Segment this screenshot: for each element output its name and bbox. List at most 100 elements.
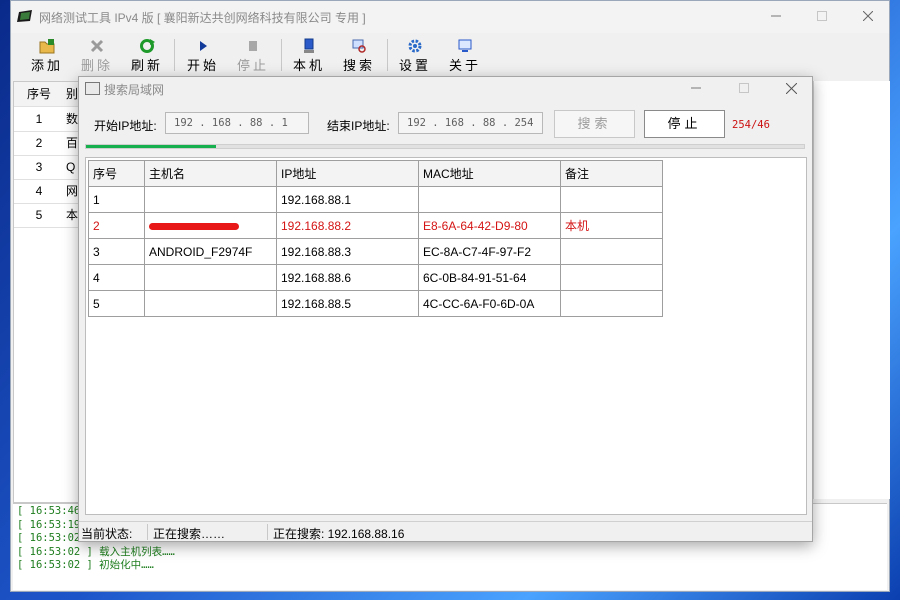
table-row[interactable]: 3 Q xyxy=(14,155,84,180)
results-table: 序号 主机名 IP地址 MAC地址 备注 1 192.168.88.1 2 192.1… xyxy=(88,160,663,317)
row-mac: 4C-CC-6A-F0-6D-0A xyxy=(418,290,561,317)
row-mac: EC-8A-C7-4F-97-F2 xyxy=(418,238,561,265)
redaction-mark xyxy=(149,222,239,230)
add-label: 添加 xyxy=(30,58,63,73)
row-no: 1 xyxy=(88,186,145,213)
row-note xyxy=(560,264,663,291)
results-body: 1 192.168.88.1 2 192.168.88.2 E8-6A-64-42-D9… xyxy=(88,186,663,317)
status-detail: 正在搜索: 192.168.88.16 xyxy=(273,527,405,541)
close-icon xyxy=(785,82,797,94)
column-header-ip[interactable]: IP地址 xyxy=(276,160,419,187)
about-label: 关于 xyxy=(448,58,481,73)
progress-count: 254/46 xyxy=(732,119,770,131)
column-header-note[interactable]: 备注 xyxy=(560,160,663,187)
toolbar-separator xyxy=(281,39,282,71)
search-network-button[interactable]: 搜索 xyxy=(335,35,383,73)
maximize-icon xyxy=(739,83,749,93)
search-network-label: 搜索 xyxy=(342,58,375,73)
dialog-icon xyxy=(85,82,100,95)
end-ip-label: 结束IP地址: xyxy=(327,119,390,133)
maximize-button[interactable] xyxy=(799,1,845,31)
table-row[interactable]: 2 百 xyxy=(14,131,84,156)
column-header-mac[interactable]: MAC地址 xyxy=(418,160,561,187)
search-lan-dialog: 搜索局域网 开始IP地址: 192 . 168 . 88 . 1 结束IP地址:… xyxy=(78,76,813,542)
row-no: 3 xyxy=(88,238,145,265)
stop-icon xyxy=(249,41,257,51)
row-note xyxy=(560,186,663,213)
minimize-button[interactable] xyxy=(753,1,799,31)
log-line: [ 16:53:19 xyxy=(17,518,81,531)
add-button[interactable]: 添加 xyxy=(23,35,71,73)
table-row[interactable]: 1 192.168.88.1 xyxy=(88,186,663,213)
search-network-icon xyxy=(352,39,366,53)
row-mac xyxy=(418,186,561,213)
refresh-label: 刷新 xyxy=(130,58,163,73)
row-ip: 192.168.88.1 xyxy=(276,186,419,213)
log-line: [ 16:53:02 ] 初始化中…… xyxy=(17,559,154,571)
row-no: 2 xyxy=(35,136,43,150)
table-row[interactable]: 4 网 xyxy=(14,179,84,204)
search-button[interactable]: 搜索 xyxy=(554,110,635,138)
dialog-minimize-button[interactable] xyxy=(673,77,719,99)
delete-label: 删除 xyxy=(80,58,113,73)
settings-button[interactable]: 设置 xyxy=(391,35,439,73)
table-row[interactable]: 1 数 xyxy=(14,107,84,132)
status-bar: 当前状态: 正在搜索…… 正在搜索: 192.168.88.16 xyxy=(79,521,812,542)
about-button[interactable]: 关于 xyxy=(441,35,489,73)
column-header-hostname[interactable]: 主机名 xyxy=(144,160,277,187)
table-row[interactable]: 5 192.168.88.5 4C-CC-6A-F0-6D-0A xyxy=(88,290,663,317)
row-hostname xyxy=(144,290,277,317)
close-icon xyxy=(863,11,873,21)
start-ip-input[interactable]: 192 . 168 . 88 . 1 xyxy=(165,112,309,134)
row-hostname xyxy=(144,212,277,239)
refresh-icon xyxy=(140,39,155,53)
close-button[interactable] xyxy=(845,1,891,31)
start-ip-label: 开始IP地址: xyxy=(94,119,157,133)
table-row[interactable]: 4 192.168.88.6 6C-0B-84-91-51-64 xyxy=(88,264,663,291)
row-no: 5 xyxy=(88,290,145,317)
row-alias: 本 xyxy=(66,208,79,222)
row-no: 2 xyxy=(88,212,145,239)
about-icon xyxy=(458,39,472,52)
delete-icon xyxy=(90,39,104,53)
column-header-no[interactable]: 序号 xyxy=(88,160,145,187)
row-no: 1 xyxy=(35,112,43,126)
row-ip: 192.168.88.2 xyxy=(276,212,419,239)
row-ip: 192.168.88.6 xyxy=(276,264,419,291)
status-state: 正在搜索…… xyxy=(153,527,226,541)
delete-button[interactable]: 删除 xyxy=(73,35,121,73)
dialog-maximize-button[interactable] xyxy=(721,77,767,99)
end-ip-input[interactable]: 192 . 168 . 88 . 254 xyxy=(398,112,543,134)
row-note: 本机 xyxy=(560,212,663,239)
table-row[interactable]: 2 192.168.88.2 E8-6A-64-42-D9-80 本机 xyxy=(88,212,663,239)
minimize-icon xyxy=(771,15,781,17)
host-table: 序号 别 1 数 2 百 3 Q 4 网 5 本 xyxy=(13,81,85,503)
row-alias: 网 xyxy=(66,184,79,198)
log-line: [ 16:53:02 ] 载入主机列表…… xyxy=(17,545,175,558)
row-no: 3 xyxy=(35,160,43,174)
play-icon xyxy=(200,41,207,51)
column-header-no: 序号 xyxy=(26,87,51,101)
maximize-icon xyxy=(817,11,827,21)
refresh-button[interactable]: 刷新 xyxy=(123,35,171,73)
add-icon xyxy=(39,39,55,54)
local-host-button[interactable]: 本机 xyxy=(285,35,333,73)
detail-pane xyxy=(813,81,890,499)
main-titlebar[interactable]: 网络测试工具 IPv4 版 [ 襄阳新达共创网络科技有限公司 专用 ] xyxy=(11,1,889,33)
table-row[interactable]: 3 ANDROID_F2974F 192.168.88.3 EC-8A-C7-4F-9… xyxy=(88,238,663,265)
log-line: [ 16:53:46 xyxy=(17,505,81,517)
results-list[interactable]: 序号 主机名 IP地址 MAC地址 备注 1 192.168.88.1 2 192.1… xyxy=(85,157,807,515)
results-header-row: 序号 主机名 IP地址 MAC地址 备注 xyxy=(88,160,663,187)
settings-icon xyxy=(408,39,422,53)
stop-toolbar-button[interactable]: 停止 xyxy=(229,35,277,73)
table-row[interactable]: 5 本 xyxy=(14,203,84,228)
row-hostname: ANDROID_F2974F xyxy=(144,238,277,265)
start-button[interactable]: 开始 xyxy=(179,35,227,73)
dialog-close-button[interactable] xyxy=(768,77,814,99)
stop-button[interactable]: 停止 xyxy=(644,110,725,138)
stop-toolbar-label: 停止 xyxy=(236,58,269,73)
toolbar: 添加 删除 刷新 开始 停止 本机 搜索 设置 关于 xyxy=(11,35,889,75)
row-mac: 6C-0B-84-91-51-64 xyxy=(418,264,561,291)
status-label: 当前状态: xyxy=(81,527,133,541)
row-note xyxy=(560,238,663,265)
